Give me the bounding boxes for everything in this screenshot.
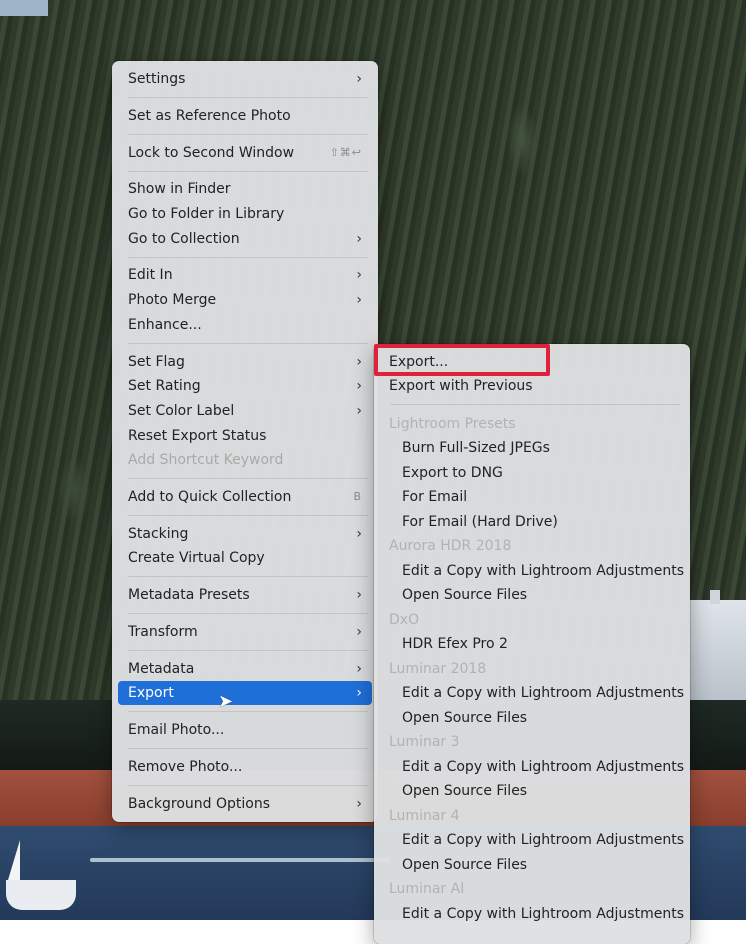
menu-separator — [128, 613, 368, 614]
menu-separator — [128, 478, 368, 479]
chevron-right-icon: › — [356, 292, 362, 308]
submenu-item-burn-jpegs[interactable]: Burn Full-Sized JPEGs — [382, 436, 682, 460]
menu-item-set-color-label[interactable]: Set Color Label › — [118, 399, 372, 423]
submenu-item-edit-copy[interactable]: Edit a Copy with Lightroom Adjustments — [382, 828, 684, 852]
submenu-item-for-email[interactable]: For Email — [382, 485, 682, 509]
submenu-item-open-source[interactable]: Open Source Files — [382, 853, 682, 877]
menu-separator — [128, 785, 368, 786]
menu-separator — [128, 97, 368, 98]
submenu-heading-dxo: DxO — [389, 612, 420, 628]
menu-separator — [128, 134, 368, 135]
menu-item-background-options[interactable]: Background Options › — [118, 792, 372, 816]
sailboat — [6, 880, 76, 910]
boat-wake — [90, 858, 390, 862]
menu-item-photo-merge[interactable]: Photo Merge › — [118, 288, 372, 312]
submenu-item-edit-copy[interactable]: Edit a Copy with Lightroom Adjustments — [382, 681, 684, 705]
chevron-right-icon: › — [356, 526, 362, 542]
chevron-right-icon: › — [356, 354, 362, 370]
menu-item-metadata-presets[interactable]: Metadata Presets › — [118, 583, 372, 607]
export-submenu: Export... Export with Previous Lightroom… — [374, 344, 690, 944]
submenu-item-for-email-hard-drive[interactable]: For Email (Hard Drive) — [382, 510, 682, 534]
menu-item-stacking[interactable]: Stacking › — [118, 522, 372, 546]
menu-item-edit-in[interactable]: Edit In › — [118, 263, 372, 287]
submenu-item-open-source[interactable]: Open Source Files — [382, 706, 682, 730]
chevron-right-icon: › — [356, 267, 362, 283]
sail — [8, 840, 20, 880]
chevron-right-icon: › — [356, 796, 362, 812]
menu-item-settings[interactable]: Settings › — [118, 67, 372, 91]
menu-item-show-in-finder[interactable]: Show in Finder — [118, 177, 372, 201]
menu-item-go-to-folder[interactable]: Go to Folder in Library — [118, 202, 372, 226]
menu-separator — [128, 650, 368, 651]
sky-patch — [0, 0, 48, 16]
menu-item-enhance[interactable]: Enhance... — [118, 313, 372, 337]
menu-item-export[interactable]: Export › — [118, 681, 372, 705]
menu-item-reset-export-status[interactable]: Reset Export Status — [118, 424, 372, 448]
submenu-heading-lightroom-presets: Lightroom Presets — [389, 416, 516, 432]
menu-separator — [128, 343, 368, 344]
chevron-right-icon: › — [356, 403, 362, 419]
context-menu: Settings › Set as Reference Photo Lock to… — [112, 61, 378, 822]
ship-superstructure — [690, 590, 746, 710]
chevron-right-icon: › — [356, 685, 362, 701]
menu-item-set-flag[interactable]: Set Flag › — [118, 350, 372, 374]
shortcut-label: B — [353, 490, 362, 503]
submenu-item-open-source[interactable]: Open Source Files — [382, 779, 682, 803]
menu-separator — [128, 515, 368, 516]
submenu-heading-luminar-4: Luminar 4 — [389, 808, 460, 824]
menu-separator — [128, 257, 368, 258]
submenu-item-export-with-previous[interactable]: Export with Previous — [382, 374, 682, 398]
menu-separator — [128, 748, 368, 749]
submenu-item-open-source[interactable]: Open Source Files — [382, 583, 682, 607]
submenu-item-export-dng[interactable]: Export to DNG — [382, 461, 682, 485]
submenu-heading-luminar-2018: Luminar 2018 — [389, 661, 487, 677]
mouse-pointer-icon: ➤ — [218, 691, 234, 712]
menu-item-add-shortcut-keyword: Add Shortcut Keyword — [128, 452, 284, 468]
menu-separator — [128, 711, 368, 712]
submenu-item-edit-copy[interactable]: Edit a Copy with Lightroom Adjustments — [382, 902, 684, 926]
submenu-heading-aurora: Aurora HDR 2018 — [389, 538, 512, 554]
menu-item-go-to-collection[interactable]: Go to Collection › — [118, 227, 372, 251]
menu-separator — [128, 576, 368, 577]
menu-item-metadata[interactable]: Metadata › — [118, 657, 372, 681]
highlight-callout-box — [374, 344, 550, 376]
menu-item-lock-second-window[interactable]: Lock to Second Window ⇧⌘↩ — [118, 141, 372, 165]
menu-item-add-to-quick-collection[interactable]: Add to Quick Collection B — [118, 485, 372, 509]
menu-separator — [390, 404, 680, 405]
menu-item-set-reference-photo[interactable]: Set as Reference Photo — [118, 104, 372, 128]
menu-item-remove-photo[interactable]: Remove Photo... — [118, 755, 372, 779]
submenu-heading-luminar-ai: Luminar AI — [389, 881, 465, 897]
menu-item-create-virtual-copy[interactable]: Create Virtual Copy — [118, 546, 372, 570]
submenu-item-edit-copy[interactable]: Edit a Copy with Lightroom Adjustments — [382, 755, 684, 779]
chevron-right-icon: › — [356, 71, 362, 87]
menu-separator — [128, 171, 368, 172]
chevron-right-icon: › — [356, 378, 362, 394]
submenu-item-hdr-efex[interactable]: HDR Efex Pro 2 — [382, 632, 682, 656]
submenu-item-edit-copy[interactable]: Edit a Copy with Lightroom Adjustments — [382, 559, 684, 583]
chevron-right-icon: › — [356, 661, 362, 677]
menu-item-set-rating[interactable]: Set Rating › — [118, 374, 372, 398]
menu-item-transform[interactable]: Transform › — [118, 620, 372, 644]
shortcut-label: ⇧⌘↩ — [329, 146, 362, 159]
chevron-right-icon: › — [356, 231, 362, 247]
chevron-right-icon: › — [356, 587, 362, 603]
submenu-heading-luminar-3: Luminar 3 — [389, 734, 460, 750]
menu-item-email-photo[interactable]: Email Photo... — [118, 718, 372, 742]
chevron-right-icon: › — [356, 624, 362, 640]
